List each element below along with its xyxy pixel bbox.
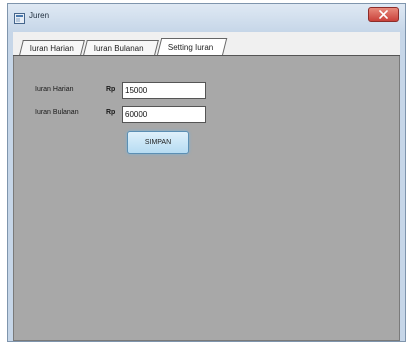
tab-setting-iuran[interactable]: Setting Iuran xyxy=(156,38,228,56)
settings-panel: Iuran Harian Rp Iuran Bulanan Rp SIMPAN xyxy=(13,56,400,341)
close-button[interactable] xyxy=(368,7,399,22)
daily-fee-label: Iuran Harian xyxy=(35,86,74,93)
save-button[interactable]: SIMPAN xyxy=(127,131,189,154)
app-icon xyxy=(14,11,25,24)
monthly-fee-input[interactable] xyxy=(122,106,206,123)
window-title: Juren xyxy=(29,11,50,20)
tab-label: Setting Iuran xyxy=(167,43,214,52)
close-icon xyxy=(379,10,388,19)
tab-iuran-harian[interactable]: Iuran Harian xyxy=(19,40,85,55)
daily-fee-input[interactable] xyxy=(122,82,206,99)
app-window: Juren Iuran Harian Iuran Bulanan Setting… xyxy=(7,3,406,342)
tab-strip: Iuran Harian Iuran Bulanan Setting Iuran xyxy=(13,32,400,56)
tab-iuran-bulanan[interactable]: Iuran Bulanan xyxy=(83,40,159,55)
title-bar[interactable]: Juren xyxy=(8,4,405,32)
daily-currency-label: Rp xyxy=(106,86,116,93)
tab-label: Iuran Bulanan xyxy=(93,43,144,53)
window-border-right xyxy=(400,32,405,341)
monthly-fee-label: Iuran Bulanan xyxy=(35,109,79,116)
monthly-currency-label: Rp xyxy=(106,109,116,116)
tab-label: Iuran Harian xyxy=(29,43,74,53)
